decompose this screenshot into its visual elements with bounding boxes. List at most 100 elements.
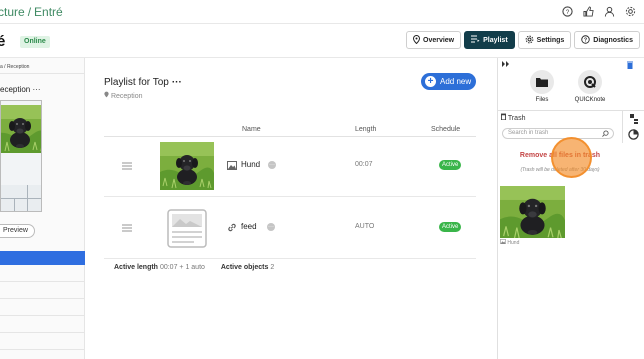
source-files[interactable]: Files bbox=[522, 70, 562, 103]
breadcrumb-parent[interactable]: cture bbox=[0, 5, 25, 19]
active-objects-label: Active objects bbox=[220, 264, 269, 271]
item-name[interactable]: Hund bbox=[241, 160, 260, 169]
folder-icon bbox=[530, 70, 554, 94]
tab-diagnostics[interactable]: ? Diagnostics bbox=[574, 31, 640, 49]
zone bbox=[1, 198, 14, 211]
source-label: Files bbox=[535, 97, 549, 103]
feed-thumbnail bbox=[167, 209, 207, 248]
source-label: QUICKnote bbox=[574, 97, 606, 103]
item-thumbnail bbox=[160, 142, 214, 190]
playlist-icon bbox=[471, 35, 480, 45]
quicknote-icon bbox=[578, 70, 602, 94]
playlist-menu-button[interactable]: ··· bbox=[172, 77, 182, 88]
divider bbox=[0, 281, 85, 282]
playlist-title: Playlist for Top ··· bbox=[104, 77, 182, 88]
divider bbox=[104, 258, 476, 259]
screen-name-label: eception bbox=[0, 85, 31, 94]
more-icon[interactable]: ··· bbox=[267, 223, 275, 231]
tab-overview[interactable]: Overview bbox=[406, 31, 462, 49]
trash-item-name: Hund bbox=[500, 239, 519, 246]
trash-search-input[interactable]: Search in trash bbox=[502, 128, 614, 139]
drag-handle-icon[interactable] bbox=[122, 161, 132, 171]
status-badge: Online bbox=[20, 36, 50, 48]
trash-icon bbox=[501, 113, 508, 122]
more-icon[interactable]: ··· bbox=[268, 161, 276, 169]
gear-icon bbox=[525, 35, 534, 46]
divider bbox=[0, 332, 85, 333]
screen-zones bbox=[1, 185, 41, 211]
tab-label: Playlist bbox=[483, 36, 508, 44]
image-icon bbox=[227, 161, 237, 172]
item-length: 00:07 bbox=[355, 161, 373, 168]
active-length-value: 00:07 + 1 auto bbox=[159, 264, 205, 271]
usage-chart-icon[interactable] bbox=[622, 125, 644, 143]
tab-label: Overview bbox=[423, 36, 455, 44]
column-header-name: Name bbox=[242, 126, 261, 133]
screen-title: é bbox=[0, 33, 6, 50]
breadcrumb-current: Entré bbox=[34, 5, 63, 19]
divider bbox=[104, 196, 476, 197]
breadcrumb: cture / Entré bbox=[0, 5, 63, 19]
item-name[interactable]: feed bbox=[241, 222, 257, 231]
screen-header: é Online Overview Playlist Settings ? Di… bbox=[0, 24, 644, 58]
playlist-panel: Playlist for Top ··· Reception + Add new … bbox=[86, 58, 496, 359]
search-icon[interactable] bbox=[602, 130, 609, 141]
tab-bar: Overview Playlist Settings ? Diagnostics bbox=[406, 31, 640, 49]
tab-label: Settings bbox=[536, 36, 565, 44]
svg-text:?: ? bbox=[565, 8, 569, 15]
tab-settings[interactable]: Settings bbox=[517, 31, 572, 49]
thumbs-up-icon[interactable] bbox=[582, 5, 594, 17]
svg-text:?: ? bbox=[584, 37, 587, 43]
question-icon: ? bbox=[581, 34, 590, 46]
location-pin-icon bbox=[104, 91, 111, 100]
source-quicknote[interactable]: QUICKnote bbox=[570, 70, 610, 103]
divider bbox=[0, 349, 85, 350]
screen-menu-button[interactable]: ··· bbox=[32, 85, 40, 94]
search-placeholder: Search in trash bbox=[508, 130, 549, 136]
playlist-row[interactable]: feed ··· AUTO Active bbox=[104, 199, 476, 257]
drag-handle-icon[interactable] bbox=[122, 223, 132, 233]
item-length: AUTO bbox=[355, 223, 375, 230]
location-pin-icon bbox=[412, 34, 421, 46]
tab-playlist[interactable]: Playlist bbox=[464, 31, 515, 49]
status-badge[interactable]: Active bbox=[439, 160, 462, 170]
help-icon[interactable]: ? bbox=[561, 5, 573, 17]
settings-icon[interactable] bbox=[624, 5, 636, 17]
preview-button[interactable]: Preview bbox=[0, 224, 35, 238]
click-indicator bbox=[551, 137, 592, 178]
playlist-title-text: Playlist for Top bbox=[104, 77, 169, 88]
playlist-location: Reception bbox=[104, 91, 142, 100]
plus-icon: + bbox=[425, 76, 436, 87]
active-length-label: Active length bbox=[114, 264, 158, 271]
breadcrumb-separator: / bbox=[27, 5, 32, 19]
trash-item-thumbnail[interactable] bbox=[500, 186, 565, 238]
link-icon bbox=[227, 223, 237, 234]
top-bar: cture / Entré ? bbox=[0, 0, 644, 24]
playlist-footer: Active length 00:07 + 1 auto Active objec… bbox=[114, 264, 274, 271]
zone bbox=[1, 185, 28, 198]
library-panel: Files QUICKnote Trash Search in trash Re… bbox=[497, 58, 644, 359]
trash-header: Trash bbox=[501, 113, 525, 122]
trash-icon[interactable] bbox=[627, 61, 633, 71]
collapse-panel-icon[interactable] bbox=[502, 61, 510, 69]
screen-layout-preview[interactable] bbox=[0, 100, 42, 212]
zone bbox=[28, 185, 41, 198]
divider bbox=[0, 298, 85, 299]
zone bbox=[14, 198, 28, 211]
status-badge[interactable]: Active bbox=[439, 222, 462, 232]
add-new-button[interactable]: + Add new bbox=[421, 73, 476, 90]
user-icon[interactable] bbox=[603, 5, 615, 17]
screen-preview-image bbox=[1, 104, 41, 154]
screens-panel: a / Reception eception ··· Preview bbox=[0, 58, 85, 359]
add-new-label: Add new bbox=[440, 77, 472, 86]
screen-name[interactable]: eception ··· bbox=[0, 85, 40, 94]
location-label: Reception bbox=[110, 93, 143, 100]
column-header-length: Length bbox=[355, 126, 377, 133]
divider bbox=[0, 315, 85, 316]
tab-label: Diagnostics bbox=[593, 36, 633, 44]
trash-item-label: Hund bbox=[507, 240, 520, 246]
selected-screen-row[interactable] bbox=[0, 251, 85, 265]
divider bbox=[0, 73, 85, 74]
playlist-row[interactable]: Hund ··· 00:07 Active bbox=[104, 137, 476, 195]
screen-path: a / Reception bbox=[0, 64, 30, 70]
